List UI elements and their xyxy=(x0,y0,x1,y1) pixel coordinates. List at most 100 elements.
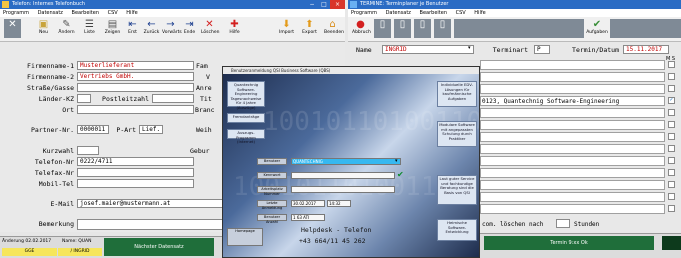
row-11-checkbox[interactable] xyxy=(668,181,675,188)
new-button[interactable]: ▣ Neu xyxy=(35,19,52,38)
row-8-checkbox[interactable] xyxy=(668,145,675,152)
close-window-button[interactable]: × xyxy=(330,0,345,9)
benutzer-select[interactable]: QUANTECHNIG xyxy=(291,158,401,165)
menu-csv[interactable]: CSV xyxy=(108,10,118,16)
row-5-checkbox[interactable] xyxy=(668,109,675,116)
menu-bearbeiten[interactable]: Bearbeiten xyxy=(72,10,99,16)
bemerkung-input[interactable] xyxy=(77,219,233,230)
mobil-input[interactable] xyxy=(77,179,194,188)
kennwort-input[interactable] xyxy=(291,172,395,179)
telefax-input[interactable] xyxy=(77,168,194,177)
info-button-auszugs[interactable]: Auszugs-Programm (Internet) xyxy=(227,129,265,144)
appointment-row-9[interactable] xyxy=(480,156,665,166)
appointment-row-12[interactable] xyxy=(480,192,665,202)
row-13-checkbox[interactable] xyxy=(668,205,675,212)
maximize-button[interactable]: □ xyxy=(318,0,330,9)
homepage-link[interactable]: Homepage xyxy=(227,228,263,246)
menu-csv[interactable]: CSV xyxy=(456,10,466,16)
kurzwahl-input[interactable] xyxy=(77,146,99,155)
edit-button[interactable]: ✎ Ändern xyxy=(58,19,75,38)
telefon-label: Telefon-Nr xyxy=(34,158,74,166)
row-9-checkbox[interactable] xyxy=(668,157,675,164)
back-button[interactable]: ← Zurück xyxy=(143,19,160,38)
strasse-input[interactable] xyxy=(77,83,194,92)
next-record-button[interactable]: Nächster Datensatz xyxy=(104,238,214,256)
toolbar-button-4[interactable]: ▯ xyxy=(414,19,431,38)
confirm-check-icon[interactable]: ✔ xyxy=(397,170,404,179)
appointment-row-6[interactable] xyxy=(480,120,665,130)
close-button[interactable]: ✕ xyxy=(4,19,21,38)
menu-hilfe[interactable]: Hilfe xyxy=(126,10,137,16)
terminart-select[interactable]: P xyxy=(534,45,550,54)
firmenname1-input[interactable]: Musterlieferant xyxy=(77,61,194,70)
laender-input[interactable] xyxy=(77,94,91,103)
delete-label: Löschen xyxy=(201,30,220,35)
row-1-checkbox[interactable] xyxy=(668,61,675,68)
appointment-row-10[interactable] xyxy=(480,168,665,178)
row-3-checkbox[interactable] xyxy=(668,85,675,92)
appointment-row-2[interactable] xyxy=(480,72,665,82)
info-button-service[interactable]: Laut guter Service und fachkundige Berat… xyxy=(437,175,477,205)
telefax-label: Telefax-Nr xyxy=(34,169,74,177)
list-button[interactable]: ☰ Liste xyxy=(81,19,98,38)
ort-input[interactable] xyxy=(77,105,194,114)
import-button[interactable]: ⬇ Import xyxy=(278,19,295,38)
termin-status-button[interactable]: Termin 9:xx Ok xyxy=(484,236,654,250)
info-button-fremdantraege[interactable]: Fremdanträge xyxy=(227,113,265,123)
menu-programm[interactable]: Programm xyxy=(351,10,377,16)
delete-button[interactable]: ✕ Löschen xyxy=(201,19,220,38)
firmenname2-input[interactable]: Vertriebs GmbH. xyxy=(77,72,194,81)
auto-delete-hours-input[interactable] xyxy=(556,219,570,228)
back-icon: ← xyxy=(147,19,156,30)
appointment-row-11[interactable] xyxy=(480,180,665,190)
telefon-input[interactable]: 0222/4711 xyxy=(77,157,194,166)
appointment-row-13[interactable] xyxy=(480,204,665,214)
menu-bearbeiten[interactable]: Bearbeiten xyxy=(420,10,447,16)
postleitzahl-input[interactable] xyxy=(152,94,194,103)
toolbar-button-2[interactable]: ▯ xyxy=(374,19,391,38)
row-10-checkbox[interactable] xyxy=(668,169,675,176)
menu-hilfe[interactable]: Hilfe xyxy=(474,10,485,16)
exit-button[interactable]: ⌂ Beenden xyxy=(324,19,344,38)
email-label: E-Mail xyxy=(50,200,74,208)
termin-datum-input[interactable]: 15.11.2017 xyxy=(623,45,669,54)
part-input[interactable]: Lief. xyxy=(139,125,163,134)
appointment-row-1[interactable] xyxy=(480,60,665,70)
row-2-checkbox[interactable] xyxy=(668,73,675,80)
termin-datum-label: Termin/Datum xyxy=(572,46,619,54)
appointment-row-5[interactable] xyxy=(480,108,665,118)
appointment-row-8[interactable] xyxy=(480,144,665,154)
info-button-edv[interactable]: Individuelle EDV-Lösungen für kaufmännis… xyxy=(437,81,477,107)
abbruch-button[interactable]: ● Abbruch xyxy=(352,19,371,38)
email-input[interactable]: josef.maier@mustermann.at xyxy=(77,199,233,208)
menu-datensatz[interactable]: Datensatz xyxy=(386,10,411,16)
export-button[interactable]: ⬆ Export xyxy=(301,19,318,38)
import-icon: ⬇ xyxy=(282,19,291,30)
minimize-button[interactable]: − xyxy=(306,0,318,9)
info-button-quantechnig[interactable]: Quantechnig Software-Engineering Tagesna… xyxy=(227,81,265,109)
toolbar-button-3[interactable]: ▯ xyxy=(394,19,411,38)
menu-datensatz[interactable]: Datensatz xyxy=(38,10,63,16)
arbeitsplatz-input[interactable] xyxy=(291,186,395,193)
menu-programm[interactable]: Programm xyxy=(3,10,29,16)
row-7-checkbox[interactable] xyxy=(668,133,675,140)
row-6-checkbox[interactable] xyxy=(668,121,675,128)
show-button[interactable]: ▤ Zeigen xyxy=(104,19,121,38)
row-4-checkbox[interactable]: ✓ xyxy=(668,97,675,104)
info-button-modulare[interactable]: Modulare Software mit angepassten Schulu… xyxy=(437,121,477,147)
name-select[interactable]: INGRID xyxy=(382,45,474,54)
appointment-row-4[interactable]: 0123, Quantechnig Software-Engineering xyxy=(480,96,665,106)
toolbar-button-5[interactable]: ▯ xyxy=(434,19,451,38)
aufgaben-button[interactable]: ✔ Aufgaben xyxy=(586,19,608,38)
v-label: V xyxy=(206,73,210,81)
help-button[interactable]: ✚ Hilfe xyxy=(226,19,243,38)
list-icon: ☰ xyxy=(85,19,94,30)
appointment-row-7[interactable] xyxy=(480,132,665,142)
first-button[interactable]: ⇤ Erst xyxy=(124,19,141,38)
partner-input[interactable]: 0000011 xyxy=(77,125,109,134)
forward-button[interactable]: → Vorwärts xyxy=(162,19,182,38)
appointment-row-3[interactable] xyxy=(480,84,665,94)
last-button[interactable]: ⇥ Ende xyxy=(181,19,198,38)
row-12-checkbox[interactable] xyxy=(668,193,675,200)
info-button-heimische[interactable]: Heimische Software-Entwicklung xyxy=(437,219,477,241)
